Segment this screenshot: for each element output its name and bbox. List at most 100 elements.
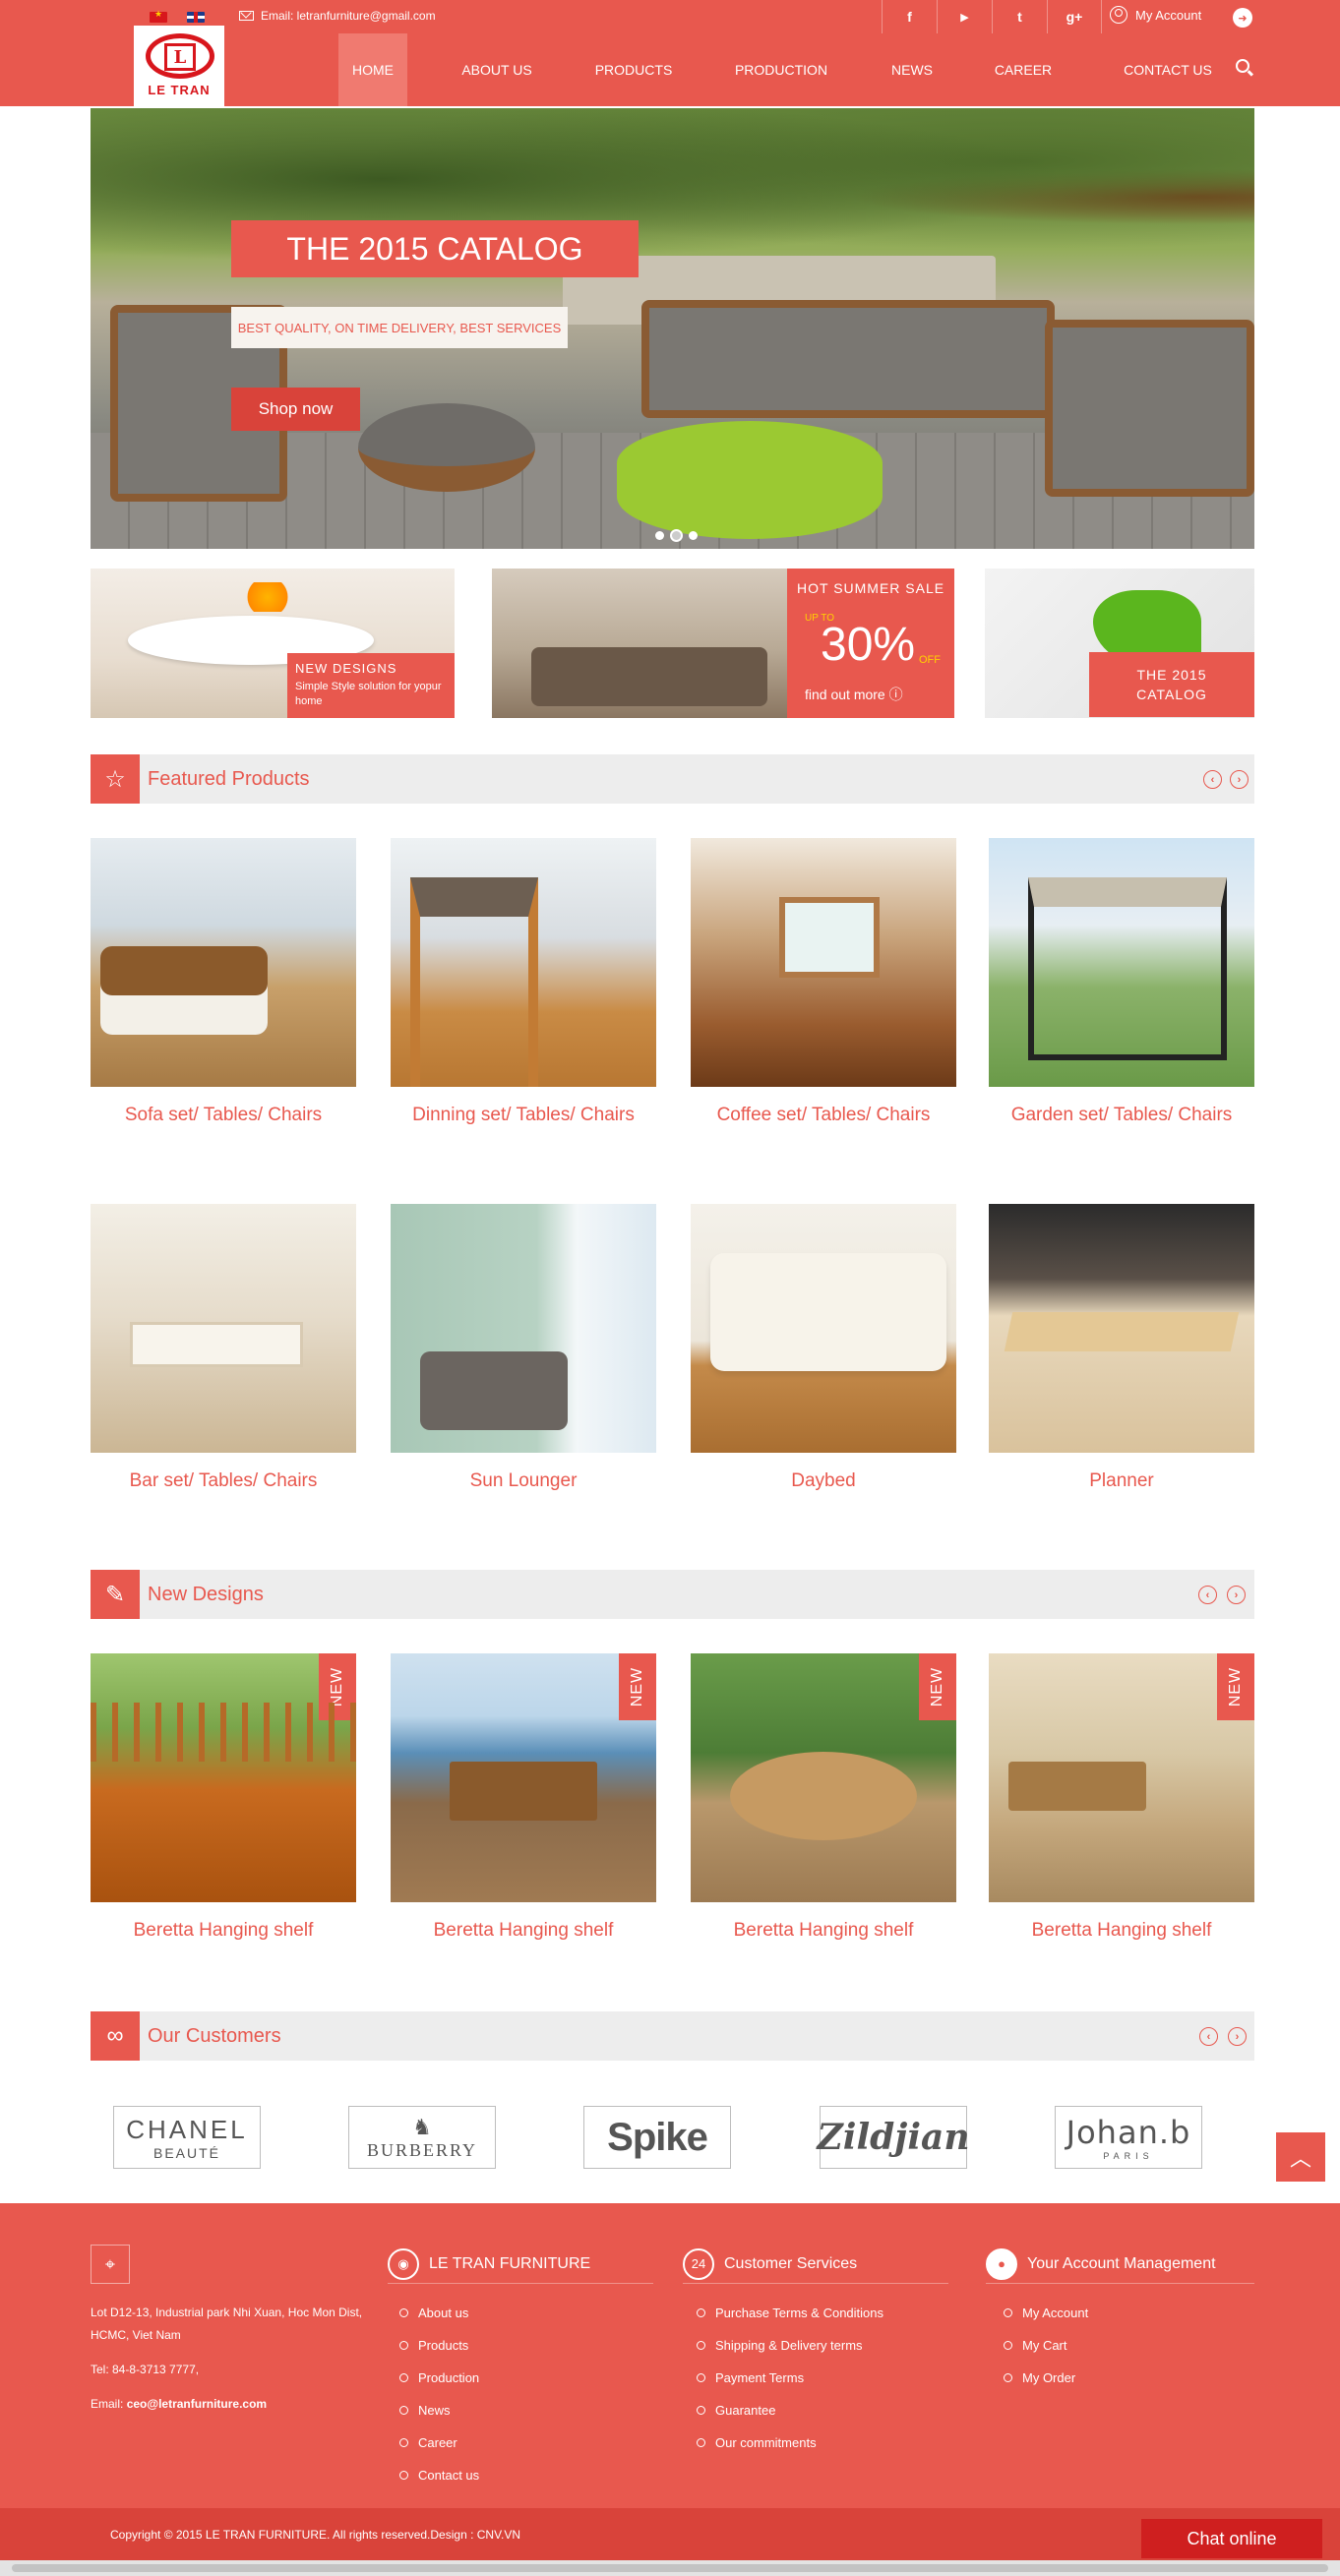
nav-products[interactable]: PRODUCTS	[584, 33, 683, 106]
footer-link-production[interactable]: Production	[399, 2370, 479, 2385]
footer-link-commitments[interactable]: Our commitments	[697, 2435, 817, 2450]
google-plus-icon[interactable]: g+	[1047, 0, 1102, 33]
back-to-top-button[interactable]: ︿	[1276, 2132, 1325, 2182]
product-title[interactable]: Bar set/ Tables/ Chairs	[91, 1470, 356, 1492]
brand-logo-spike[interactable]: Spike	[583, 2106, 731, 2169]
product-image[interactable]	[989, 838, 1254, 1087]
product-card[interactable]: Dinning set/ Tables/ Chairs	[391, 838, 656, 1126]
product-card[interactable]: Daybed	[691, 1204, 956, 1492]
product-title[interactable]: Sofa set/ Tables/ Chairs	[91, 1105, 356, 1126]
featured-prev-arrow[interactable]: ‹	[1203, 770, 1222, 789]
customers-next-arrow[interactable]: ›	[1228, 2027, 1247, 2046]
new-design-image[interactable]: NEW	[391, 1653, 656, 1902]
product-title[interactable]: Sun Lounger	[391, 1470, 656, 1492]
product-card[interactable]: Sofa set/ Tables/ Chairs	[91, 838, 356, 1126]
brand-logo-johan-b[interactable]: Johan.b PARIS	[1055, 2106, 1202, 2169]
promo-summer-sale[interactable]: HOT SUMMER SALE UP TO 30% OFF find out m…	[492, 569, 954, 718]
bullet-icon	[399, 2341, 408, 2350]
nav-career[interactable]: CAREER	[984, 33, 1063, 106]
my-account-link[interactable]: My Account	[1110, 6, 1201, 24]
new-design-image[interactable]: NEW	[691, 1653, 956, 1902]
brand-logo-chanel[interactable]: CHANEL BEAUTÉ	[113, 2106, 261, 2169]
new-design-image[interactable]: NEW	[989, 1653, 1254, 1902]
scrollbar-thumb[interactable]	[12, 2564, 1328, 2572]
nav-news[interactable]: NEWS	[873, 33, 951, 106]
nav-home[interactable]: HOME	[338, 33, 407, 106]
new-design-title[interactable]: Beretta Hanging shelf	[691, 1920, 956, 1942]
slider-dot[interactable]	[655, 531, 664, 540]
footer-link-news[interactable]: News	[399, 2403, 451, 2418]
new-design-title[interactable]: Beretta Hanging shelf	[989, 1920, 1254, 1942]
product-image[interactable]	[91, 1204, 356, 1453]
nav-about-us[interactable]: ABOUT US	[448, 33, 546, 106]
product-title[interactable]: Dinning set/ Tables/ Chairs	[391, 1105, 656, 1126]
product-title[interactable]: Garden set/ Tables/ Chairs	[989, 1105, 1254, 1126]
product-image[interactable]	[691, 1204, 956, 1453]
logout-icon[interactable]: ➜	[1233, 8, 1252, 28]
nav-production[interactable]: PRODUCTION	[722, 33, 840, 106]
footer-link-payment[interactable]: Payment Terms	[697, 2370, 804, 2385]
product-title[interactable]: Coffee set/ Tables/ Chairs	[691, 1105, 956, 1126]
featured-next-arrow[interactable]: ›	[1230, 770, 1249, 789]
new-designs-next-arrow[interactable]: ›	[1227, 1586, 1246, 1604]
footer-link-products[interactable]: Products	[399, 2338, 468, 2353]
nav-contact-us[interactable]: CONTACT US	[1115, 33, 1221, 106]
footer-email-link[interactable]: ceo@letranfurniture.com	[127, 2397, 267, 2411]
footer-link-purchase-terms[interactable]: Purchase Terms & Conditions	[697, 2306, 883, 2320]
site-logo[interactable]: L LE TRAN	[134, 26, 224, 106]
product-image[interactable]	[989, 1204, 1254, 1453]
footer-link-my-cart[interactable]: My Cart	[1004, 2338, 1067, 2353]
product-image[interactable]	[391, 838, 656, 1087]
footer-link-label: Guarantee	[715, 2403, 776, 2418]
horizontal-scrollbar[interactable]	[0, 2560, 1340, 2576]
english-flag-icon[interactable]	[187, 12, 205, 23]
brand-logo-burberry[interactable]: ♞ BURBERRY	[348, 2106, 496, 2169]
footer-link-label: Payment Terms	[715, 2370, 805, 2385]
footer-link-shipping[interactable]: Shipping & Delivery terms	[697, 2338, 863, 2353]
header-email[interactable]: Email: letranfurniture@gmail.com	[239, 9, 436, 23]
new-design-card[interactable]: NEW Beretta Hanging shelf	[391, 1653, 656, 1942]
vietnamese-flag-icon[interactable]	[150, 9, 167, 23]
hero-slider[interactable]: THE 2015 CATALOG BEST QUALITY, ON TIME D…	[91, 108, 1254, 549]
find-out-more-link[interactable]: find out more ⓘ	[805, 685, 903, 704]
product-image[interactable]	[91, 838, 356, 1087]
promo-new-designs[interactable]: NEW DESIGNS Simple Style solution for yo…	[91, 569, 455, 718]
new-design-card[interactable]: NEW Beretta Hanging shelf	[91, 1653, 356, 1942]
product-title[interactable]: Daybed	[691, 1470, 956, 1492]
slider-dot-active[interactable]	[670, 529, 683, 542]
facebook-icon[interactable]: f	[882, 0, 937, 33]
chat-online-button[interactable]: Chat online	[1141, 2519, 1322, 2558]
product-card[interactable]: Planner	[989, 1204, 1254, 1492]
slider-dot[interactable]	[689, 531, 698, 540]
footer-link-career[interactable]: Career	[399, 2435, 457, 2450]
product-card[interactable]: Coffee set/ Tables/ Chairs	[691, 838, 956, 1126]
product-title[interactable]: Planner	[989, 1470, 1254, 1492]
new-design-title[interactable]: Beretta Hanging shelf	[91, 1920, 356, 1942]
footer-link-my-order[interactable]: My Order	[1004, 2370, 1075, 2385]
new-design-card[interactable]: NEW Beretta Hanging shelf	[691, 1653, 956, 1942]
logo-mark: L	[164, 43, 196, 71]
product-card[interactable]: Garden set/ Tables/ Chairs	[989, 838, 1254, 1126]
new-design-title[interactable]: Beretta Hanging shelf	[391, 1920, 656, 1942]
footer-link-guarantee[interactable]: Guarantee	[697, 2403, 775, 2418]
promo-catalog[interactable]: THE 2015 CATALOG	[985, 569, 1254, 718]
product-image[interactable]	[391, 1204, 656, 1453]
product-card[interactable]: Bar set/ Tables/ Chairs	[91, 1204, 356, 1492]
new-badge: NEW	[319, 1653, 356, 1720]
header-email-text: Email: letranfurniture@gmail.com	[261, 9, 436, 23]
new-designs-prev-arrow[interactable]: ‹	[1198, 1586, 1217, 1604]
new-design-card[interactable]: NEW Beretta Hanging shelf	[989, 1653, 1254, 1942]
youtube-icon[interactable]: ▶	[937, 0, 992, 33]
customers-prev-arrow[interactable]: ‹	[1199, 2027, 1218, 2046]
footer-link-about[interactable]: About us	[399, 2306, 468, 2320]
footer-link-my-account[interactable]: My Account	[1004, 2306, 1088, 2320]
new-design-image[interactable]: NEW	[91, 1653, 356, 1902]
footer-link-contact[interactable]: Contact us	[399, 2468, 479, 2483]
brand-logo-zildjian[interactable]: Zildjian	[818, 2106, 970, 2169]
user-circle-icon: ●	[986, 2247, 1017, 2280]
product-image[interactable]	[691, 838, 956, 1087]
product-card[interactable]: Sun Lounger	[391, 1204, 656, 1492]
search-icon[interactable]	[1236, 59, 1249, 73]
shop-now-button[interactable]: Shop now	[231, 388, 360, 431]
twitter-icon[interactable]: t	[992, 0, 1047, 33]
